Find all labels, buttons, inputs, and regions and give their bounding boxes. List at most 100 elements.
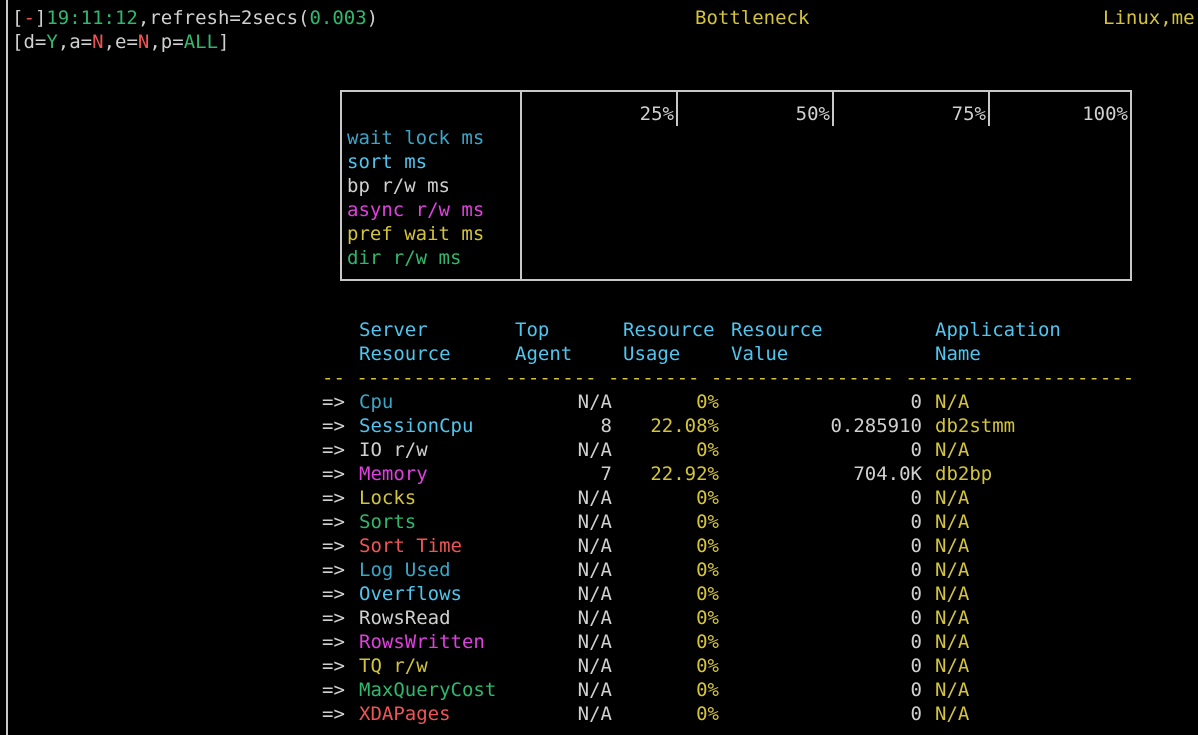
tick-label-25: 25%	[639, 103, 674, 125]
row-application-name: N/A	[935, 583, 970, 605]
refresh-value: 2secs(	[240, 7, 310, 29]
table-row[interactable]: => XDAPages N/A 0% 0 N/A	[0, 702, 1198, 726]
header-name: Name	[935, 343, 981, 365]
row-resource-usage: 0%	[696, 487, 719, 509]
row-top-agent: N/A	[577, 703, 612, 725]
option-p-label: ,p=	[149, 31, 184, 53]
row-arrow: =>	[322, 583, 345, 605]
status-bracket-close: ]	[34, 7, 47, 29]
tick-line-25	[676, 92, 678, 126]
row-resource-usage: 22.08%	[650, 415, 719, 437]
row-arrow: =>	[322, 631, 345, 653]
row-resource-usage: 0%	[696, 703, 719, 725]
table-row[interactable]: => RowsRead N/A 0% 0 N/A	[0, 606, 1198, 630]
row-top-agent: N/A	[577, 607, 612, 629]
row-application-name: N/A	[935, 439, 970, 461]
row-arrow: =>	[322, 535, 345, 557]
option-a-value[interactable]: N	[92, 31, 103, 53]
row-application-name: db2stmm	[935, 415, 1016, 437]
header-resource-value-1: Resource	[731, 319, 823, 341]
row-application-name: db2bp	[935, 463, 993, 485]
header-resource-usage-1: Resource	[623, 319, 715, 341]
row-arrow: =>	[322, 511, 345, 533]
table-row[interactable]: => Memory 7 22.92% 704.0K db2bp	[0, 462, 1198, 486]
row-arrow: =>	[322, 559, 345, 581]
refresh-label: ,refresh=	[137, 7, 241, 29]
tick-line-50	[832, 92, 834, 126]
row-resource: Cpu	[359, 391, 394, 413]
header-usage: Usage	[623, 343, 681, 365]
table-row[interactable]: => Sort Time N/A 0% 0 N/A	[0, 534, 1198, 558]
row-resource-value: 0.285910	[830, 415, 922, 437]
header-resource: Resource	[359, 343, 451, 365]
row-application-name: N/A	[935, 607, 970, 629]
tick-label-75: 75%	[951, 103, 986, 125]
row-resource-usage: 0%	[696, 439, 719, 461]
row-application-name: N/A	[935, 535, 970, 557]
table-row[interactable]: => TQ r/w N/A 0% 0 N/A	[0, 654, 1198, 678]
table-row[interactable]: => Log Used N/A 0% 0 N/A	[0, 558, 1198, 582]
row-arrow: =>	[322, 391, 345, 413]
row-top-agent: N/A	[577, 583, 612, 605]
chart-category-bp-rw: bp r/w ms	[347, 175, 450, 197]
row-resource: Overflows	[359, 583, 462, 605]
row-resource: IO r/w	[359, 439, 428, 461]
chart-category-wait-lock: wait lock ms	[347, 127, 485, 149]
view-title: Bottleneck	[695, 7, 810, 29]
header-server: Server	[359, 319, 428, 341]
row-arrow: =>	[322, 415, 345, 437]
chart-category-pref-wait: pref wait ms	[347, 223, 485, 245]
row-resource-usage: 0%	[696, 631, 719, 653]
refresh-latency: 0.003	[309, 7, 367, 29]
refresh-close: )	[366, 7, 379, 29]
row-application-name: N/A	[935, 703, 970, 725]
row-resource-value: 0	[910, 439, 922, 461]
option-d-label: d=	[23, 31, 47, 53]
row-resource: Locks	[359, 487, 417, 509]
table-row[interactable]: => Cpu N/A 0% 0 N/A	[0, 390, 1198, 414]
option-flags: [d=Y,a=N,e=N,p=ALL]	[12, 30, 229, 54]
row-top-agent: N/A	[577, 511, 612, 533]
row-arrow: =>	[322, 463, 345, 485]
table-row[interactable]: => IO r/w N/A 0% 0 N/A	[0, 438, 1198, 462]
row-top-agent: N/A	[577, 391, 612, 413]
option-d-value[interactable]: Y	[46, 31, 57, 53]
tick-label-50: 50%	[795, 103, 830, 125]
row-resource-value: 0	[910, 535, 922, 557]
row-application-name: N/A	[935, 391, 970, 413]
row-top-agent: 8	[600, 415, 612, 437]
row-resource-usage: 0%	[696, 511, 719, 533]
row-application-name: N/A	[935, 631, 970, 653]
table-row[interactable]: => Locks N/A 0% 0 N/A	[0, 486, 1198, 510]
row-top-agent: N/A	[577, 631, 612, 653]
row-resource: RowsWritten	[359, 631, 485, 653]
row-arrow: =>	[322, 607, 345, 629]
row-top-agent: N/A	[577, 487, 612, 509]
row-arrow: =>	[322, 487, 345, 509]
row-resource-usage: 0%	[696, 391, 719, 413]
row-resource-usage: 0%	[696, 559, 719, 581]
option-p-value[interactable]: ALL	[184, 31, 218, 53]
table-row[interactable]: => Overflows N/A 0% 0 N/A	[0, 582, 1198, 606]
row-resource: Log Used	[359, 559, 451, 581]
row-arrow: =>	[322, 679, 345, 701]
option-e-value[interactable]: N	[138, 31, 149, 53]
row-resource: RowsRead	[359, 607, 451, 629]
header-application: Application	[935, 319, 1061, 341]
status-line: [-]19:11:12,refresh=2secs(0.003)	[12, 6, 378, 30]
row-resource: Sort Time	[359, 535, 462, 557]
row-resource-value: 0	[910, 679, 922, 701]
table-row[interactable]: => Sorts N/A 0% 0 N/A	[0, 510, 1198, 534]
row-application-name: N/A	[935, 679, 970, 701]
row-application-name: N/A	[935, 511, 970, 533]
row-resource-usage: 0%	[696, 535, 719, 557]
table-row[interactable]: => MaxQueryCost N/A 0% 0 N/A	[0, 678, 1198, 702]
status-toggle[interactable]: -	[23, 7, 34, 29]
table-row[interactable]: => SessionCpu 8 22.08% 0.285910 db2stmm	[0, 414, 1198, 438]
row-top-agent: N/A	[577, 679, 612, 701]
row-resource-value: 0	[910, 631, 922, 653]
table-row[interactable]: => RowsWritten N/A 0% 0 N/A	[0, 630, 1198, 654]
status-bracket-open: [	[12, 7, 24, 29]
tick-line-75	[988, 92, 990, 126]
row-top-agent: N/A	[577, 559, 612, 581]
